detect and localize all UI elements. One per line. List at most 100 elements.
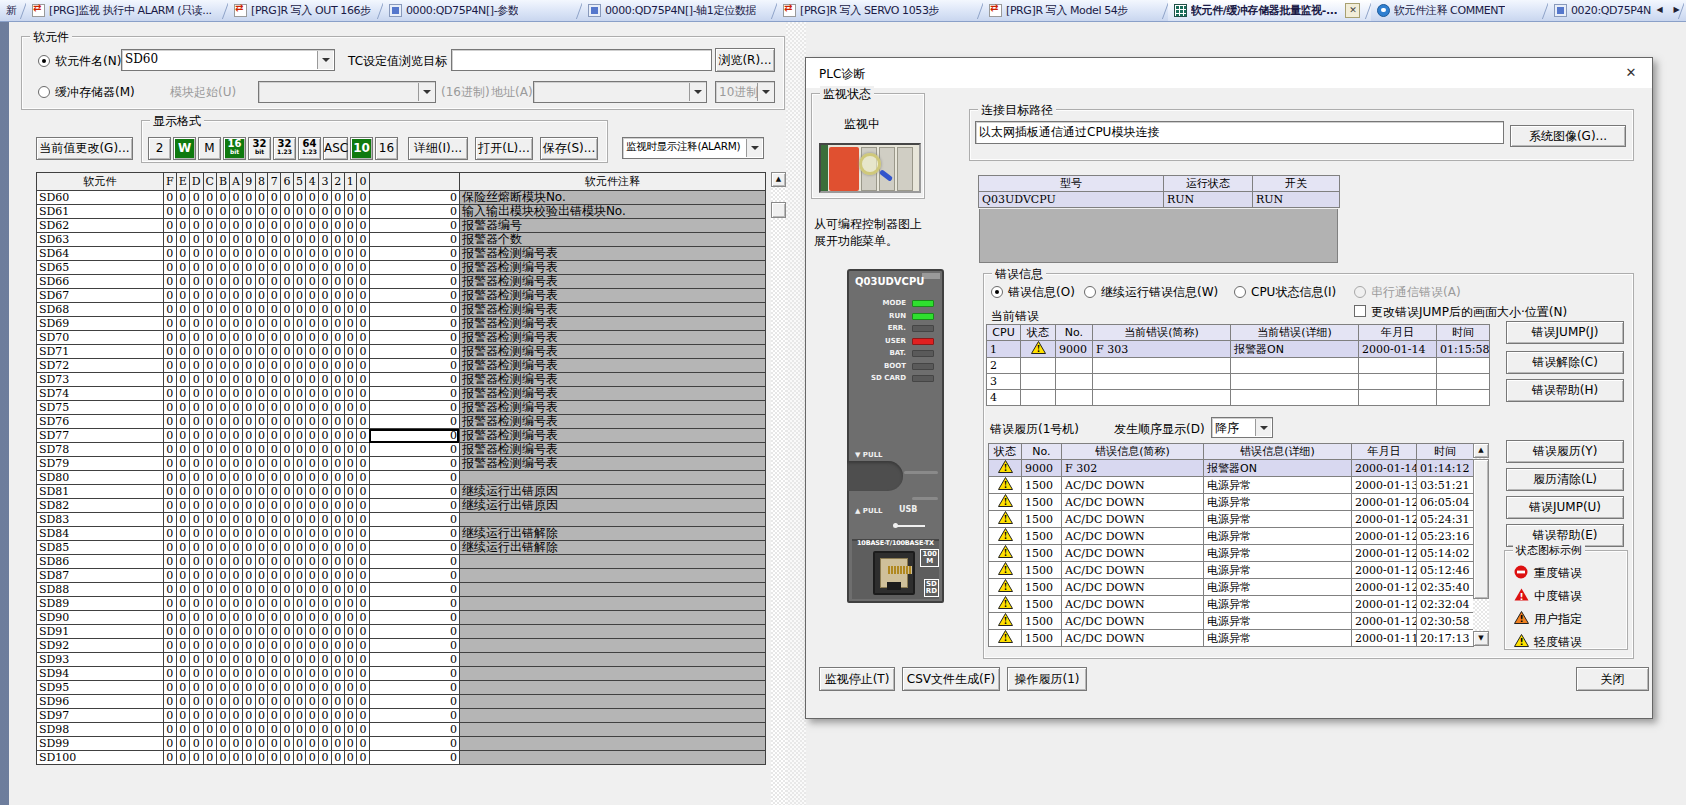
device-row[interactable]: SD6100000000000000000输入输出模块校验出错模块No.	[37, 205, 766, 219]
open-button[interactable]: 打开(L)...	[475, 137, 533, 160]
device-row[interactable]: SD7700000000000000000报警器检测编号表	[37, 429, 766, 443]
chevron-down-icon[interactable]	[1255, 419, 1271, 436]
scrollbar-up-icon[interactable]: ▲	[1473, 443, 1489, 458]
history-button[interactable]: 错误履历(Y)	[1506, 440, 1624, 463]
model-row[interactable]: Q03UDVCPURUNRUN	[979, 192, 1340, 208]
device-row[interactable]: SD6800000000000000000报警器检测编号表	[37, 303, 766, 317]
order-combo[interactable]: 降序	[1211, 417, 1273, 438]
history-scrollbar[interactable]: ▲ ▼	[1473, 443, 1489, 646]
device-row[interactable]: SD6300000000000000000报警器个数	[37, 233, 766, 247]
detail-button[interactable]: 详细(I)...	[408, 137, 468, 160]
format-button-641.23[interactable]: 641.23	[298, 137, 321, 160]
bit-column-header[interactable]: 7	[268, 173, 281, 191]
history-row[interactable]: !1500AC/DC DOWN电源异常2000-01-1202:30:58	[989, 613, 1474, 630]
bit-column-header[interactable]: A	[230, 173, 243, 191]
device-row[interactable]: SD8200000000000000000继续运行出错原因	[37, 499, 766, 513]
bit-column-header[interactable]: 9	[243, 173, 256, 191]
device-row[interactable]: SD8600000000000000000	[37, 555, 766, 569]
format-button-2[interactable]: 2	[148, 137, 171, 160]
tab-2[interactable]: [PRG]R 写入 OUT 166步	[228, 0, 383, 21]
cpu-module-image[interactable]: Q03UDVCPU MODERUNERR.USERBAT.BOOTSD CARD…	[847, 269, 944, 603]
bit-column-header[interactable]: 3	[319, 173, 332, 191]
device-row[interactable]: SD9900000000000000000	[37, 737, 766, 751]
error-clear-button[interactable]: 错误解除(C)	[1506, 351, 1624, 374]
history-row[interactable]: !1500AC/DC DOWN电源异常2000-01-1120:17:13	[989, 630, 1474, 647]
device-name-radio[interactable]	[38, 55, 50, 67]
device-row[interactable]: SD9600000000000000000	[37, 695, 766, 709]
value-column-header[interactable]	[369, 173, 459, 191]
device-row[interactable]: SD7300000000000000000报警器检测编号表	[37, 373, 766, 387]
format-button-32bit[interactable]: 32bit	[248, 137, 271, 160]
device-row[interactable]: SD7000000000000000000报警器检测编号表	[37, 331, 766, 345]
device-row[interactable]: SD8100000000000000000继续运行出错原因	[37, 485, 766, 499]
history-row[interactable]: !1500AC/DC DOWN电源异常2000-01-1205:24:31	[989, 511, 1474, 528]
format-button-W[interactable]: W	[173, 137, 196, 160]
connection-path-field[interactable]: 以太网插板通信通过CPU模块连接	[975, 121, 1504, 144]
tab-5[interactable]: [PRG]R 写入 SERVO 1053步	[777, 0, 983, 21]
chevron-down-icon[interactable]	[746, 139, 762, 157]
format-button-ASC[interactable]: ASC	[323, 137, 348, 160]
device-row[interactable]: SD8500000000000000000继续运行出错解除	[37, 541, 766, 555]
device-row[interactable]: SD6500000000000000000报警器检测编号表	[37, 261, 766, 275]
bit-column-header[interactable]: 4	[306, 173, 319, 191]
plc-rack-image[interactable]	[819, 143, 921, 193]
tab-6[interactable]: [PRG]R 写入 Model 54步	[983, 0, 1168, 21]
bit-column-header[interactable]: 6	[281, 173, 294, 191]
tc-target-field[interactable]	[451, 49, 712, 71]
bit-column-header[interactable]: E	[176, 173, 189, 191]
cpu-status-radio[interactable]	[1234, 286, 1246, 298]
device-row[interactable]: SD6700000000000000000报警器检测编号表	[37, 289, 766, 303]
comment-display-combo[interactable]: 监视时显示注释(ALARM)	[622, 137, 764, 159]
continue-error-radio[interactable]	[1084, 286, 1096, 298]
bit-column-header[interactable]: 2	[331, 173, 344, 191]
history-jump-button[interactable]: 错误JUMP(U)	[1506, 496, 1624, 519]
current-error-row[interactable]: 3	[987, 374, 1490, 390]
scrollbar-thumb[interactable]	[1473, 459, 1489, 599]
device-row[interactable]: SD7800000000000000000报警器检测编号表	[37, 443, 766, 457]
monitor-stop-button[interactable]: 监视停止(T)	[819, 667, 895, 691]
device-column-header[interactable]: 软元件	[37, 173, 164, 191]
bit-column-header[interactable]: 1	[344, 173, 357, 191]
tab-8[interactable]: 软元件注释 COMMENT	[1371, 0, 1548, 21]
current-error-row[interactable]: 1!9000F 303报警器ON2000-01-1401:15:58	[987, 341, 1490, 358]
tab-3[interactable]: 0000:QD75P4N[]-参数	[383, 0, 582, 21]
buffer-memory-radio[interactable]	[38, 86, 50, 98]
bit-column-header[interactable]: 5	[293, 173, 306, 191]
scrollbar-thumb[interactable]	[771, 202, 786, 218]
error-jump-button[interactable]: 错误JUMP(J)	[1506, 321, 1624, 344]
device-row[interactable]: SD7500000000000000000报警器检测编号表	[37, 401, 766, 415]
tab-1[interactable]: [PRG]监视 执行中 ALARM (只读...	[26, 0, 228, 21]
device-row[interactable]: SD6900000000000000000报警器检测编号表	[37, 317, 766, 331]
device-row[interactable]: SD9700000000000000000	[37, 709, 766, 723]
device-row[interactable]: SD6400000000000000000报警器检测编号表	[37, 247, 766, 261]
comment-column-header[interactable]: 软元件注释	[459, 173, 765, 191]
error-help-button[interactable]: 错误帮助(H)	[1506, 379, 1624, 402]
device-row[interactable]: SD9100000000000000000	[37, 625, 766, 639]
bit-column-header[interactable]: D	[189, 173, 203, 191]
device-row[interactable]: SD8000000000000000000	[37, 471, 766, 485]
device-row[interactable]: SD9800000000000000000	[37, 723, 766, 737]
format-button-10[interactable]: 10	[350, 137, 373, 160]
tab-0[interactable]: 新	[0, 0, 26, 21]
device-row[interactable]: SD7600000000000000000报警器检测编号表	[37, 415, 766, 429]
device-row[interactable]: SD7400000000000000000报警器检测编号表	[37, 387, 766, 401]
csv-generate-button[interactable]: CSV文件生成(F)	[902, 667, 1000, 691]
device-row[interactable]: SD10000000000000000000	[37, 751, 766, 765]
device-row[interactable]: SD8800000000000000000	[37, 583, 766, 597]
close-icon[interactable]: ✕	[1620, 63, 1642, 83]
history-row[interactable]: !1500AC/DC DOWN电源异常2000-01-1205:12:46	[989, 562, 1474, 579]
scrollbar-up-icon[interactable]: ▲	[771, 172, 786, 187]
bit-column-header[interactable]: B	[216, 173, 229, 191]
tab-close-icon[interactable]: ✕	[1345, 3, 1360, 18]
device-row[interactable]: SD7200000000000000000报警器检测编号表	[37, 359, 766, 373]
device-row[interactable]: SD9500000000000000000	[37, 681, 766, 695]
history-row[interactable]: !1500AC/DC DOWN电源异常2000-01-1206:05:04	[989, 494, 1474, 511]
history-row[interactable]: !1500AC/DC DOWN电源异常2000-01-1205:14:02	[989, 545, 1474, 562]
tab-4[interactable]: 0000:QD75P4N[]-轴1定位数据	[582, 0, 777, 21]
device-row[interactable]: SD8700000000000000000	[37, 569, 766, 583]
bit-column-header[interactable]: F	[164, 173, 177, 191]
bit-column-header[interactable]: 8	[255, 173, 268, 191]
operation-history-button[interactable]: 操作履历(1)	[1007, 667, 1087, 691]
jump-resize-checkbox[interactable]	[1354, 305, 1366, 317]
device-row[interactable]: SD9200000000000000000	[37, 639, 766, 653]
